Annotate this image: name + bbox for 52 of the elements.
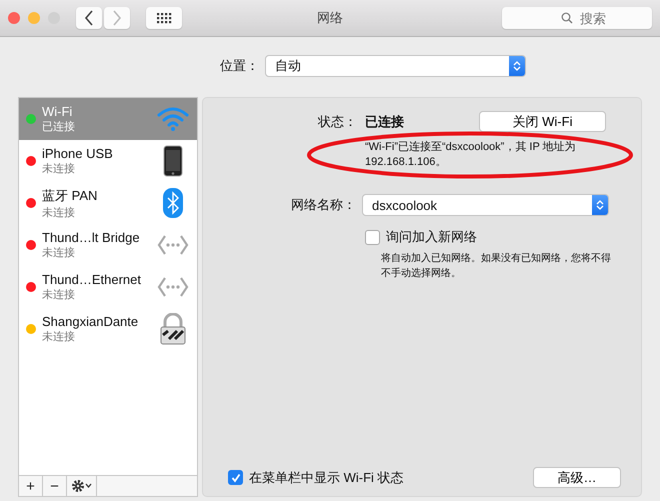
service-item[interactable]: ShangxianDante 未连接 (19, 308, 197, 350)
service-status: 未连接 (42, 206, 76, 220)
service-status: 未连接 (42, 162, 76, 176)
search-icon (561, 12, 573, 24)
turn-off-wifi-button[interactable]: 关闭 Wi-Fi (479, 111, 606, 132)
chevron-left-icon (84, 10, 94, 26)
service-status: 未连接 (42, 246, 76, 260)
stepper-icon (592, 195, 608, 215)
phone-icon (163, 145, 183, 177)
toolbar-button[interactable]: − (43, 476, 67, 496)
checkbox[interactable] (365, 230, 380, 244)
service-name: ShangxianDante (42, 314, 140, 329)
status-label: 状态： (318, 112, 358, 130)
service-status: 未连接 (42, 330, 76, 344)
service-name: 蓝牙 PAN (42, 186, 98, 204)
service-item[interactable]: Thund…lt Bridge 未连接 (19, 224, 197, 266)
minimize-button[interactable] (28, 12, 40, 24)
checkbox-label: 询问加入新网络 (386, 228, 477, 246)
advanced-button[interactable]: 高级… (533, 467, 621, 488)
toolbar-button[interactable]: + (19, 476, 43, 496)
stepper-icon (509, 56, 525, 76)
back-button[interactable] (76, 7, 102, 29)
window-title: 网络 (317, 9, 343, 27)
network-name-label: 网络名称： (291, 196, 356, 214)
ports-icon (157, 234, 189, 256)
checkbox[interactable] (228, 470, 243, 485)
chevron-right-icon (112, 10, 122, 26)
show-all-button[interactable] (146, 7, 182, 29)
checkbox-label: 在菜单栏中显示 Wi-Fi 状态 (249, 468, 404, 486)
service-name: Thund…Ethernet (42, 272, 142, 287)
service-name: Thund…lt Bridge (42, 230, 141, 245)
status-description: “Wi-Fi”已连接至“dsxcoolook”，其 IP 地址为 192.168.1.106。 (365, 140, 577, 170)
search-field[interactable]: 搜索 (502, 7, 652, 29)
service-item[interactable]: 蓝牙 PAN 未连接 (19, 182, 197, 224)
grid-icon (156, 12, 172, 24)
service-item[interactable]: iPhone USB 未连接 (19, 140, 197, 182)
gear-icon (70, 479, 92, 493)
service-status: 已连接 (42, 120, 76, 134)
location-dropdown[interactable]: 自动 (265, 55, 526, 77)
status-value: 已连接 (365, 112, 405, 130)
ports-icon (157, 276, 189, 298)
close-button[interactable] (8, 12, 20, 24)
bluetooth-icon (163, 188, 183, 218)
service-item[interactable]: Thund…Ethernet 未连接 (19, 266, 197, 308)
wifi-icon (157, 106, 189, 132)
network-name-dropdown[interactable]: dsxcoolook (362, 194, 609, 216)
location-label: 位置： (220, 57, 259, 75)
padlock-icon (159, 313, 187, 345)
service-name: iPhone USB (42, 146, 114, 161)
service-name: Wi-Fi (42, 104, 74, 119)
hint-text: 将自动加入已知网络。如果没有已知网络，您将不得不手动选择网络。 (381, 252, 612, 281)
service-status: 未连接 (42, 288, 76, 302)
